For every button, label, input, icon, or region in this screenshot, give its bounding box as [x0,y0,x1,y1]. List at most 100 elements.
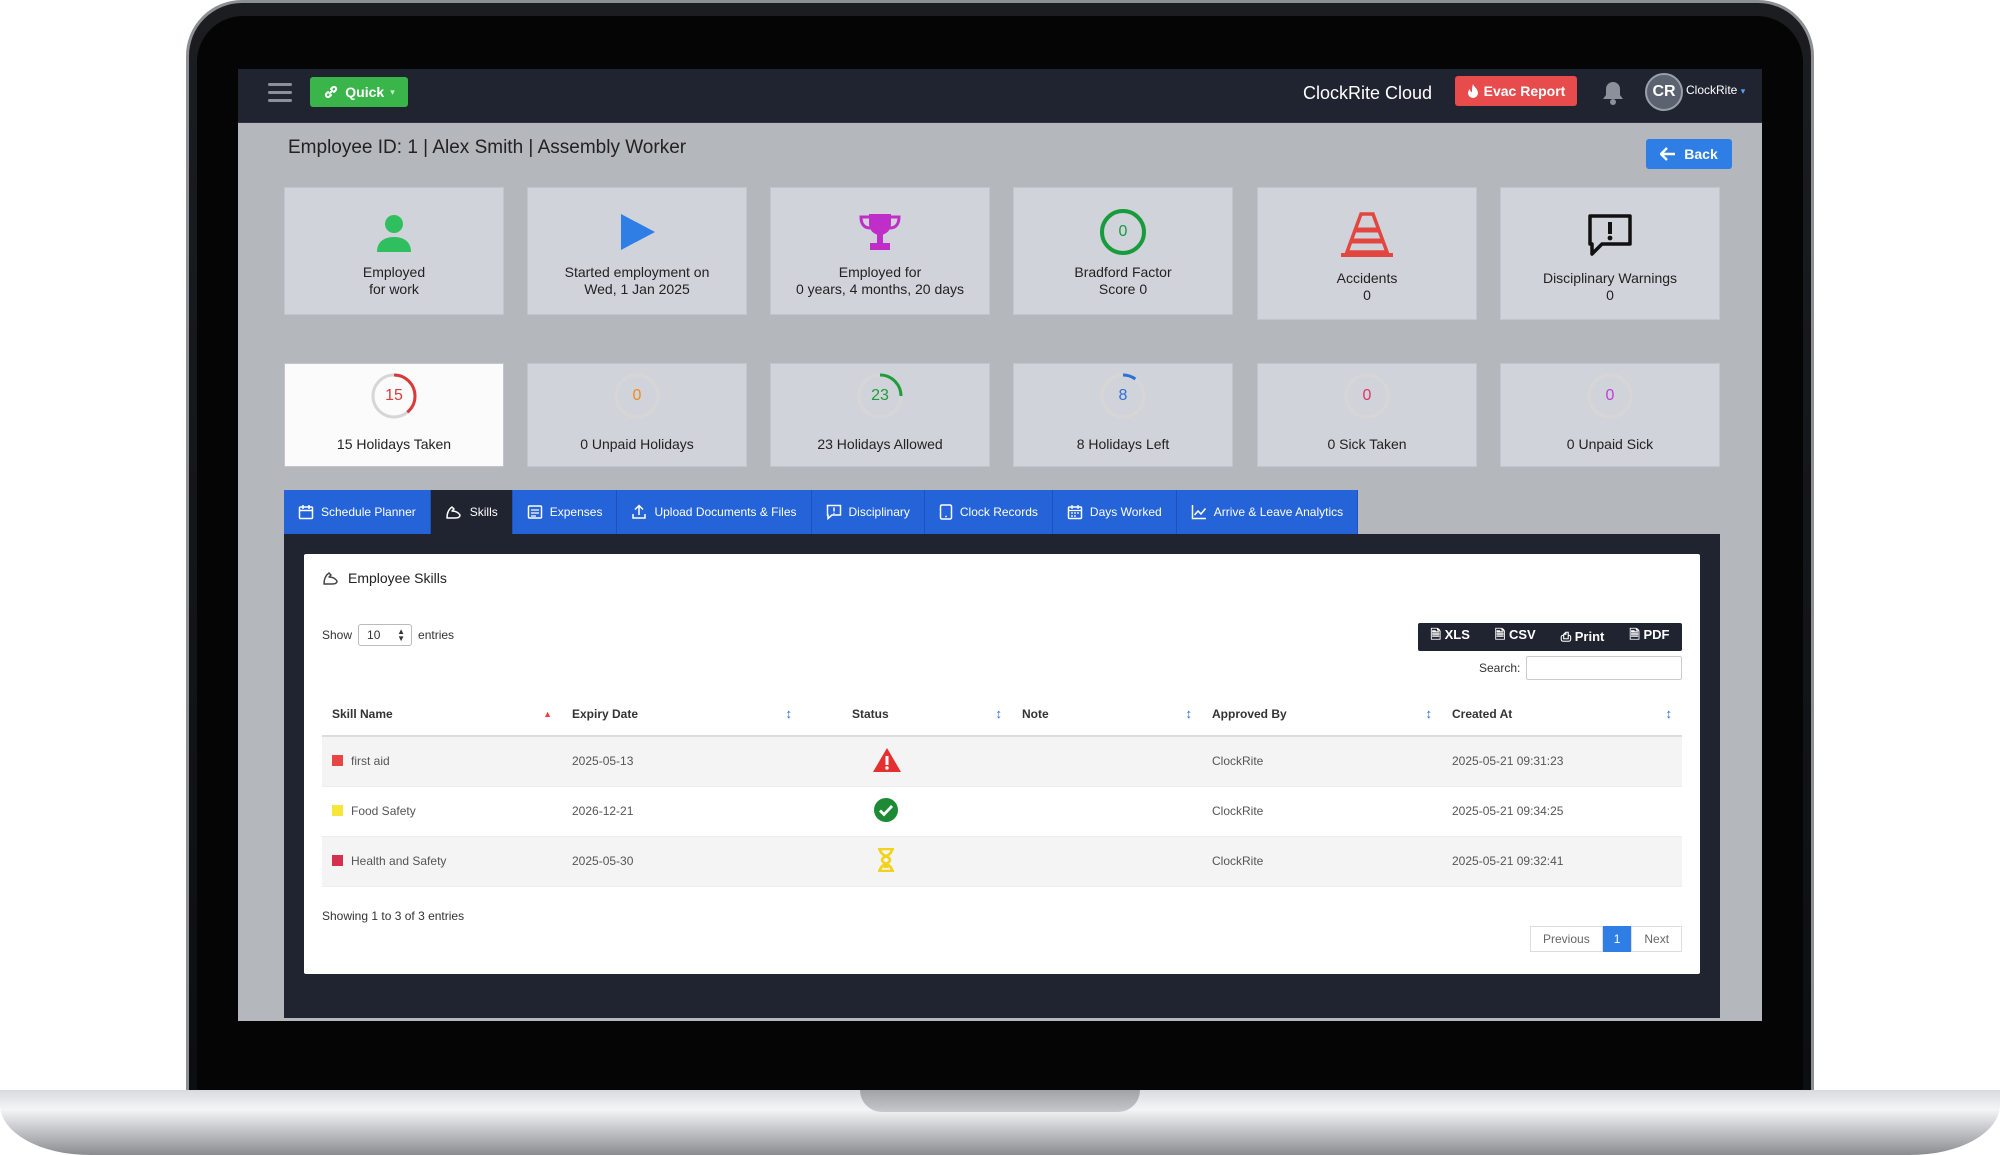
export-xls-label: XLS [1444,627,1470,642]
evac-report-button[interactable]: Evac Report [1455,76,1577,106]
skill-color-swatch [332,755,343,767]
tab-schedule-planner[interactable]: Schedule Planner [284,490,431,534]
bradford-value: 0 [1118,223,1128,240]
approved-by: ClockRite [1202,786,1442,837]
column-header-label: Created At [1452,706,1513,721]
person-icon [377,215,411,252]
muscle-icon [445,506,461,519]
sort-icon: ↕ [1665,706,1673,721]
search-label: Search: [1479,661,1521,675]
next-page-button[interactable]: Next [1631,926,1683,952]
card-line2: Wed, 1 Jan 2025 [584,281,690,297]
back-label: Back [1684,146,1718,162]
print-button[interactable]: ⎙ Print [1561,629,1605,645]
table-row[interactable]: first aid 2025-05-13 ClockRite 2025-05-2… [322,736,1682,787]
export-csv-button[interactable]: 🗎 CSV [1495,626,1536,648]
sort-icon: ↕ [1425,706,1433,721]
sort-updown-icon: ▲ ▼ [397,627,406,643]
holiday-label: 23 Holidays Allowed [817,436,943,452]
skill-color-swatch [332,805,343,816]
holiday-label: 15 Holidays Taken [336,436,452,452]
tablet-icon [939,504,953,520]
valid-check-icon [874,797,898,822]
holiday-label: 0 Unpaid Holidays [580,436,694,452]
table-row[interactable]: Health and Safety 2025-05-30 ClockRite 2… [322,836,1682,887]
entries-length: Show 10 ▲ ▼ entries [322,624,454,646]
tab-skills[interactable]: Skills [430,490,513,534]
created-at: 2025-05-21 09:34:25 [1442,786,1682,837]
laptop-notch [860,1090,1140,1112]
skill-name: Health and Safety [351,854,447,868]
holiday-value: 0 [632,387,642,404]
quick-button[interactable]: Quick ▾ [310,77,408,107]
tab-clock-records[interactable]: Clock Records [924,490,1053,534]
entries-select[interactable]: 10 ▲ ▼ [358,624,413,646]
tab-label: Disciplinary [848,505,910,519]
user-menu[interactable]: ClockRite ▾ [1686,83,1745,97]
table-info: Showing 1 to 3 of 3 entries [322,909,465,923]
skill-name: Food Safety [351,804,416,818]
show-label: Show [322,628,353,642]
tab-arrive-leave-analytics[interactable]: Arrive & Leave Analytics [1176,490,1359,534]
skill-name: first aid [351,754,390,769]
entries-label: entries [418,628,455,642]
holiday-label: 0 Sick Taken [1327,436,1407,452]
tab-days-worked[interactable]: Days Worked [1052,490,1177,534]
column-approved-by[interactable]: Approved By ↕ [1202,692,1442,737]
chart-line-icon [1191,505,1206,520]
holiday-value: 0 [1362,387,1372,404]
created-at: 2025-05-21 09:31:23 [1442,736,1682,787]
quick-label: Quick [345,84,385,100]
column-header-label: Skill Name [332,706,393,721]
column-status[interactable]: Status ↕ [802,692,1012,737]
pending-hourglass-icon [878,847,894,872]
menu-icon[interactable] [268,83,292,105]
tab-expenses[interactable]: Expenses [512,490,618,534]
tab-label: Upload Documents & Files [654,505,797,519]
note [1012,836,1202,887]
sort-icon: ↕ [785,706,793,721]
chevron-down-icon: ▾ [390,86,395,97]
export-csv-label: CSV [1508,627,1536,642]
card-line1: Bradford Factor [1074,264,1172,280]
column-created-at[interactable]: Created At ↕ [1442,692,1682,737]
holiday-ring: 0 [1586,372,1634,420]
card-line2: 0 [1606,287,1614,303]
table-row[interactable]: Food Safety 2026-12-21 ClockRite 2025-05… [322,786,1682,837]
tab-label: Expenses [549,505,603,519]
skills-panel: Employee Skills Show 10 ▲ ▼ entries 🗎 XLS … [284,534,1720,1018]
traffic-cone-icon [1341,212,1393,257]
column-note[interactable]: Note ↕ [1012,692,1202,737]
back-button[interactable]: Back [1646,139,1732,169]
column-expiry-date[interactable]: Expiry Date ↕ [562,692,802,737]
card-line1: Employed for [838,264,922,280]
page-1-button[interactable]: 1 [1602,926,1632,952]
tab-label: Days Worked [1089,505,1162,519]
card-holidays-allowed: 23 23 Holidays Allowed [770,363,990,467]
skills-title: Employee Skills [322,570,447,586]
expired-warning-icon [873,747,901,772]
card-holidays-left: 8 8 Holidays Left [1013,363,1233,467]
bell-icon[interactable] [1600,79,1626,107]
card-line1: Disciplinary Warnings [1542,270,1678,286]
pagination: Previous 1 Next [1530,926,1683,952]
search-input[interactable] [1526,656,1683,680]
sort-icon: ↕ [995,706,1003,721]
export-pdf-button[interactable]: 🗎 PDF [1629,626,1669,648]
card-employed: Employed for work [284,187,504,315]
tab-upload-documents[interactable]: Upload Documents & Files [617,490,812,534]
avatar[interactable]: CR [1645,73,1683,111]
arrow-left-icon [1660,147,1676,161]
tab-disciplinary[interactable]: Disciplinary [811,490,925,534]
expiry-date: 2026-12-21 [562,786,802,837]
print-label: Print [1574,629,1605,644]
card-sick-taken: 0 0 Sick Taken [1257,363,1477,467]
evac-label: Evac Report [1483,83,1566,99]
tab-label: Clock Records [959,505,1038,519]
user-name: ClockRite [1686,83,1738,97]
export-xls-button[interactable]: 🗎 XLS [1431,626,1470,648]
column-skill-name[interactable]: Skill Name ▲ [322,692,562,737]
skills-table: Skill Name ▲ Expiry Date ↕ Status ↕ Note ↕ A… [322,692,1682,887]
top-navbar: Quick ▾ ClockRite Cloud Evac Report CR C… [238,69,1762,123]
previous-page-button[interactable]: Previous [1530,926,1603,952]
